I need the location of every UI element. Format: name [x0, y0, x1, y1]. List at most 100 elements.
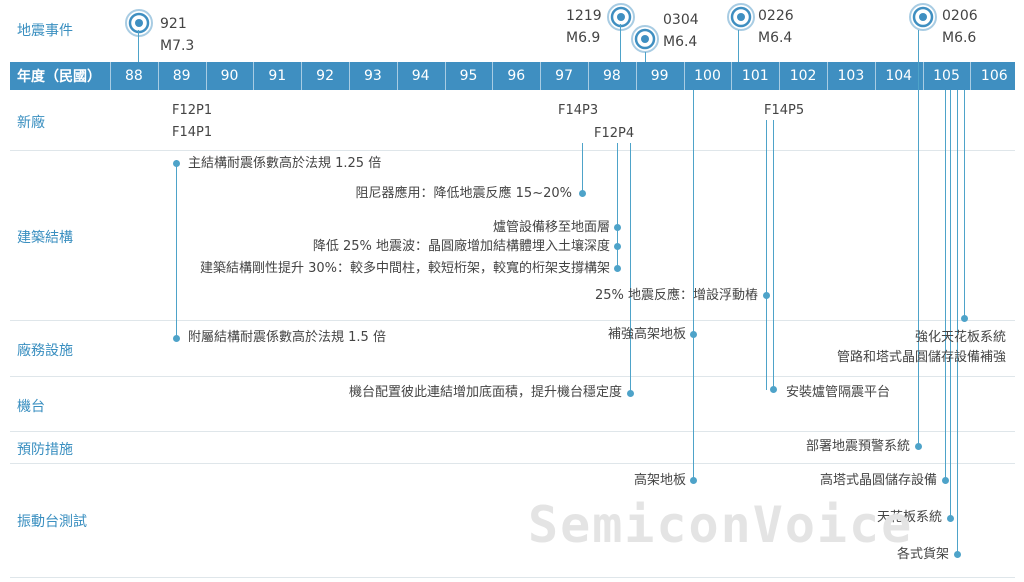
row-divider: [10, 150, 1015, 151]
year-label: 90: [220, 68, 239, 84]
timeline-dot: [690, 477, 697, 484]
timeline-connector: [945, 90, 946, 480]
year-label: 92: [316, 68, 334, 84]
earthquake-magnitude: M7.3: [160, 38, 195, 54]
row-divider: [10, 376, 1015, 377]
year-label: 104: [885, 68, 913, 84]
year-divider: [684, 62, 685, 90]
year-divider: [827, 62, 828, 90]
category-shake-test: 振動台測試: [17, 514, 87, 530]
timeline-dot: [614, 224, 621, 231]
year-divider: [731, 62, 732, 90]
year-label: 102: [789, 68, 817, 84]
row-divider: [10, 463, 1015, 464]
earthquake-connector: [645, 52, 646, 62]
timeline-connector: [176, 160, 177, 338]
category-structure: 建築結構: [17, 230, 73, 246]
category-fab: 新廠: [17, 115, 45, 131]
earthquake-date: 0206: [942, 8, 978, 24]
timeline-dot: [579, 190, 586, 197]
year-label: 98: [602, 68, 621, 84]
fab-label: F14P3: [558, 103, 599, 118]
row-divider: [10, 431, 1015, 432]
row-divider: [10, 320, 1015, 321]
structure-item: 主結構耐震係數高於法規 1.25 倍: [188, 156, 382, 171]
timeline-dot: [961, 315, 968, 322]
earthquake-date: 921: [160, 16, 187, 32]
timeline-connector: [957, 90, 958, 553]
timeline-dot: [173, 160, 180, 167]
structure-item: 25% 地震反應：增設浮動樁: [594, 288, 758, 303]
shake-test-item: 高塔式晶圓儲存設備: [819, 473, 937, 488]
year-divider: [445, 62, 446, 90]
timeline-connector: [964, 90, 965, 318]
timeline-dot: [614, 265, 621, 272]
earthquake-connector: [138, 30, 139, 62]
structure-item: 降低 25% 地震波：晶圓廠增加結構體埋入土壤深度: [312, 239, 610, 254]
year-divider: [397, 62, 398, 90]
timeline-connector: [617, 143, 618, 269]
year-divider: [779, 62, 780, 90]
year-divider: [875, 62, 876, 90]
year-label: 105: [933, 68, 960, 84]
year-divider: [301, 62, 302, 90]
year-divider: [540, 62, 541, 90]
year-label: 94: [411, 68, 430, 84]
earthquake-connector: [738, 30, 739, 62]
timeline-dot: [942, 477, 949, 484]
year-label: 103: [837, 68, 865, 84]
facility-item: 補強高架地板: [607, 327, 686, 342]
year-divider: [923, 62, 924, 90]
timeline-connector: [693, 90, 694, 480]
earthquake-target-icon: [726, 2, 756, 32]
year-divider: [253, 62, 254, 90]
year-divider: [206, 62, 207, 90]
watermark-logo: SemiconVoice: [528, 496, 914, 554]
year-label: 89: [172, 68, 191, 84]
year-label: 101: [741, 68, 769, 84]
year-divider: [110, 62, 111, 90]
earthquake-magnitude: M6.9: [566, 30, 601, 46]
year-divider: [588, 62, 589, 90]
earthquake-date: 0304: [663, 12, 699, 28]
fab-label: F12P1: [172, 103, 213, 118]
timeline-dot: [627, 390, 634, 397]
earthquake-target-icon: [124, 8, 154, 38]
category-tool: 機台: [17, 399, 45, 415]
timeline-dot: [915, 443, 922, 450]
category-facility: 廠務設施: [17, 343, 73, 359]
timeline-connector: [582, 143, 583, 193]
timeline-connector: [630, 143, 631, 393]
prevention-item: 部署地震預警系統: [805, 439, 910, 454]
timeline-connector: [950, 90, 951, 518]
facility-item: 管路和塔式晶圓儲存設備補強: [836, 350, 1006, 365]
year-divider: [349, 62, 350, 90]
year-divider: [492, 62, 493, 90]
earthquake-target-icon: [630, 24, 660, 54]
year-label: 99: [650, 68, 669, 84]
timeline-dot: [173, 335, 180, 342]
year-label: 93: [363, 68, 382, 84]
timeline-diagram: 地震事件 新廠 建築結構 廠務設施 機台 預防措施 振動台測試 年度（民國） 8…: [0, 0, 1024, 582]
structure-item: 爐管設備移至地面層: [492, 220, 610, 235]
year-divider: [158, 62, 159, 90]
timeline-connector: [773, 120, 774, 390]
year-label: 106: [980, 68, 1008, 84]
earthquake-date: 0226: [758, 8, 794, 24]
year-label: 100: [694, 68, 721, 84]
timeline-dot: [954, 551, 961, 558]
structure-item: 建築結構剛性提升 30%：較多中間柱，較短桁架，較寬的桁架支撐構架: [199, 261, 610, 276]
timeline-dot: [690, 331, 697, 338]
year-label: 97: [555, 68, 573, 84]
year-label: 96: [507, 68, 526, 84]
fab-label: F12P4: [594, 126, 635, 141]
tool-item: 機台配置彼此連結增加底面積，提升機台穩定度: [348, 385, 622, 400]
fab-label: F14P5: [764, 103, 805, 118]
earthquake-target-icon: [908, 2, 938, 32]
earthquake-magnitude: M6.4: [663, 34, 698, 50]
year-label: 88: [124, 68, 143, 84]
structure-item: 阻尼器應用：降低地震反應 15~20%: [355, 186, 572, 201]
timeline-dot: [614, 243, 621, 250]
timeline-connector: [766, 120, 767, 390]
timeline-dot: [763, 292, 770, 299]
